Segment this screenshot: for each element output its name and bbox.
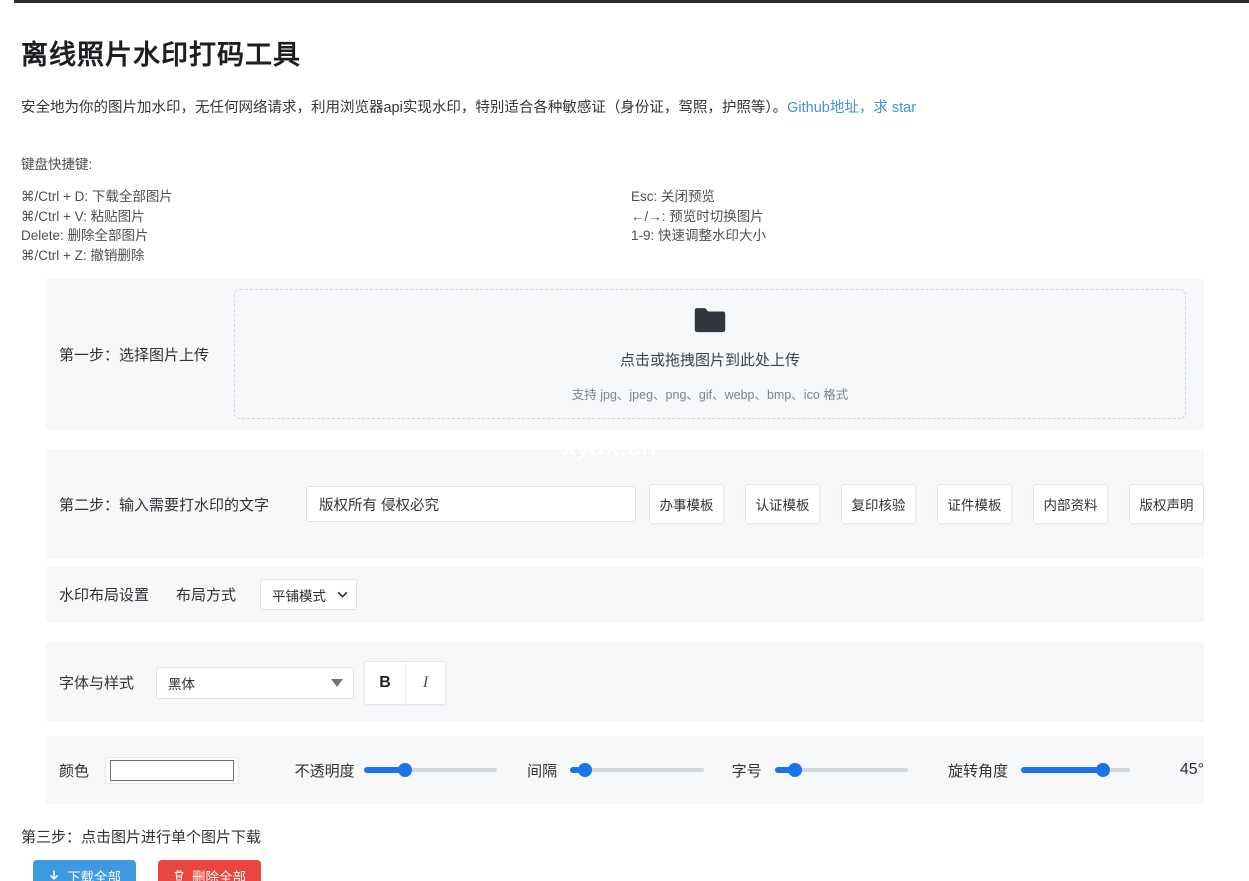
chevron-down-icon (337, 591, 348, 598)
font-style-section: 字体与样式 黑体 B I (46, 643, 1204, 722)
action-buttons: 下载全部 删除全部 (33, 860, 1228, 881)
template-button-copy-check[interactable]: 复印核验 (841, 484, 916, 524)
shortcuts-left-column: ⌘/Ctrl + D: 下载全部图片 ⌘/Ctrl + V: 粘贴图片 Dele… (21, 187, 631, 265)
rotation-slider[interactable] (1021, 763, 1130, 777)
italic-button[interactable]: I (405, 660, 447, 705)
shortcut-item: Delete: 删除全部图片 (21, 228, 149, 243)
template-button-auth[interactable]: 认证模板 (745, 484, 820, 524)
layout-settings-label: 水印布局设置 (59, 587, 150, 604)
page-description: 安全地为你的图片加水印，无任何网络请求，利用浏览器api实现水印，特别适合各种敏… (21, 96, 1228, 117)
color-swatch (110, 759, 234, 781)
bold-button[interactable]: B (364, 660, 406, 705)
slider-fill (1021, 767, 1103, 773)
folder-icon (692, 306, 728, 335)
font-style-label: 字体与样式 (59, 675, 135, 692)
shortcut-item: Esc: 关闭预览 (631, 189, 716, 204)
step1-label: 第一步：选择图片上传 (59, 346, 210, 364)
shortcut-item: ⌘/Ctrl + D: 下载全部图片 (21, 189, 173, 204)
template-button-office[interactable]: 办事模板 (649, 484, 724, 524)
watermark-text-section: 第二步：输入需要打水印的文字 办事模板 认证模板 复印核验 证件模板 内部资料 … (46, 449, 1204, 559)
slider-thumb[interactable] (1095, 763, 1110, 777)
color-label: 颜色 (59, 762, 90, 780)
delete-all-label: 删除全部 (192, 869, 246, 881)
layout-mode-value: 平铺模式 (272, 588, 327, 604)
font-family-select[interactable]: 黑体 (156, 666, 355, 699)
spacing-label: 间隔 (527, 762, 558, 780)
shortcut-item: ←/→: 预览时切换图片 (631, 208, 764, 224)
upload-section: 第一步：选择图片上传 点击或拖拽图片到此处上传 支持 jpg、jpeg、png、… (46, 279, 1204, 429)
slider-thumb[interactable] (577, 763, 592, 777)
template-button-id[interactable]: 证件模板 (937, 484, 1012, 524)
text-style-toggle-group: B I (364, 660, 447, 705)
shortcut-item: ⌘/Ctrl + V: 粘贴图片 (21, 208, 145, 224)
slider-thumb[interactable] (397, 763, 412, 777)
top-border (14, 0, 1249, 3)
shortcut-item: ⌘/Ctrl + Z: 撤销删除 (21, 247, 145, 263)
style-controls-section: 颜色 不透明度 间隔 字号 旋转角度 45° (46, 736, 1204, 804)
layout-settings-section: 水印布局设置 布局方式 平铺模式 (46, 567, 1204, 622)
page: 离线照片水印打码工具 安全地为你的图片加水印，无任何网络请求，利用浏览器api实… (0, 33, 1249, 881)
trash-icon (173, 869, 185, 881)
description-text: 安全地为你的图片加水印，无任何网络请求，利用浏览器api实现水印，特别适合各种敏… (21, 100, 788, 116)
rotation-label: 旋转角度 (948, 762, 1009, 780)
github-link[interactable]: Github地址，求 star (787, 100, 916, 116)
download-all-label: 下载全部 (67, 869, 121, 881)
opacity-label: 不透明度 (294, 762, 355, 780)
step2-label: 第二步：输入需要打水印的文字 (59, 496, 270, 514)
template-button-internal[interactable]: 内部资料 (1033, 484, 1108, 524)
layout-mode-select[interactable]: 平铺模式 (260, 579, 358, 610)
download-all-button[interactable]: 下载全部 (33, 860, 136, 881)
slider-thumb[interactable] (787, 763, 802, 777)
shortcut-item: 1-9: 快速调整水印大小 (631, 228, 767, 243)
step3-label: 第三步：点击图片进行单个图片下载 (21, 829, 262, 846)
dropdown-arrow-icon (331, 678, 344, 687)
dropzone-format-hint: 支持 jpg、jpeg、png、gif、webp、bmp、ico 格式 (571, 387, 849, 402)
delete-all-button[interactable]: 删除全部 (158, 860, 261, 881)
template-button-copyright[interactable]: 版权声明 (1129, 484, 1204, 524)
rotation-value: 45° (1179, 761, 1205, 778)
template-buttons: 办事模板 认证模板 复印核验 证件模板 内部资料 版权声明 (649, 484, 1204, 524)
page-title: 离线照片水印打码工具 (21, 40, 301, 70)
font-size-slider[interactable] (774, 763, 909, 777)
dropzone-text: 点击或拖拽图片到此处上传 (619, 351, 800, 369)
spacing-slider[interactable] (570, 763, 704, 777)
shortcuts-heading: 键盘快捷键: (21, 157, 93, 172)
upload-dropzone[interactable]: 点击或拖拽图片到此处上传 支持 jpg、jpeg、png、gif、webp、bm… (234, 289, 1186, 419)
font-size-label: 字号 (731, 762, 762, 780)
opacity-slider[interactable] (363, 763, 498, 777)
keyboard-shortcuts: 键盘快捷键: ⌘/Ctrl + D: 下载全部图片 ⌘/Ctrl + V: 粘贴… (21, 153, 1228, 265)
watermark-text-input[interactable] (306, 486, 636, 522)
layout-mode-label: 布局方式 (176, 587, 237, 604)
font-family-value: 黑体 (168, 676, 196, 692)
shortcuts-right-column: Esc: 关闭预览 ←/→: 预览时切换图片 1-9: 快速调整水印大小 (631, 187, 766, 265)
download-icon (48, 869, 60, 881)
color-picker-input[interactable] (105, 756, 239, 784)
